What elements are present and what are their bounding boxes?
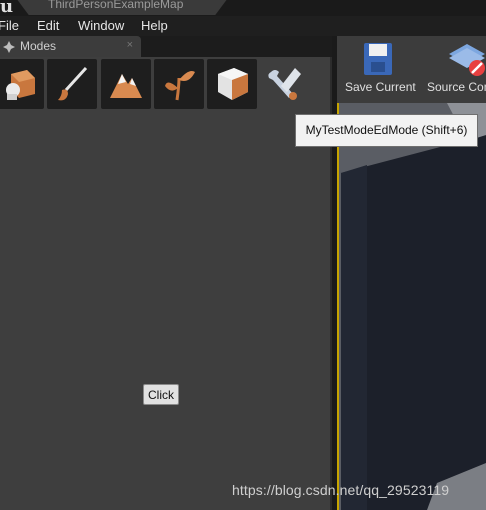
modes-panel: Click xyxy=(0,57,332,510)
modes-tab-strip: Modes × xyxy=(0,36,332,57)
close-icon[interactable]: × xyxy=(127,39,133,51)
source-control-label: Source Control xyxy=(427,80,486,94)
foliage-mode-button[interactable] xyxy=(154,59,204,109)
landscape-mode-button[interactable] xyxy=(101,59,151,109)
custom-mode-icon xyxy=(268,68,301,100)
save-current-button[interactable]: Save Current xyxy=(337,36,417,103)
watermark-text: https://blog.csdn.net/qq_29523119 xyxy=(232,482,450,498)
landscape-icon xyxy=(110,74,142,98)
mode-tool-strip xyxy=(0,57,310,109)
save-icon xyxy=(364,43,392,75)
modes-tab-label: Modes xyxy=(20,39,57,53)
level-viewport[interactable] xyxy=(337,103,486,510)
save-current-label: Save Current xyxy=(345,80,416,94)
foliage-icon xyxy=(165,71,195,101)
paint-icon xyxy=(58,66,88,101)
menu-file[interactable]: File xyxy=(0,18,19,34)
unreal-logo-icon[interactable]: u xyxy=(0,0,14,17)
click-button[interactable]: Click xyxy=(143,384,179,405)
map-tab[interactable]: ThirdPersonExampleMap xyxy=(16,0,228,15)
menu-help[interactable]: Help xyxy=(141,18,168,34)
geometry-mode-button[interactable] xyxy=(207,59,257,109)
source-control-button[interactable]: Source Control xyxy=(425,36,486,103)
geometry-icon xyxy=(218,68,248,100)
modes-icon xyxy=(3,41,15,53)
title-bar: u ThirdPersonExampleMap xyxy=(0,0,486,17)
place-mode-button[interactable] xyxy=(0,59,44,109)
level-toolbar: Save Current Source Control xyxy=(337,36,486,103)
modes-tab[interactable]: Modes × xyxy=(0,36,141,57)
viewport-focus-border xyxy=(337,103,486,510)
map-tab-label: ThirdPersonExampleMap xyxy=(48,0,184,11)
source-control-icon xyxy=(449,44,485,76)
paint-mode-button[interactable] xyxy=(47,59,97,109)
menu-bar: File Edit Window Help xyxy=(0,16,486,36)
mode-tooltip: MyTestModeEdMode (Shift+6) xyxy=(295,114,478,147)
menu-window[interactable]: Window xyxy=(78,18,124,34)
menu-edit[interactable]: Edit xyxy=(37,18,59,34)
place-icon xyxy=(6,70,35,100)
custom-mode-button[interactable] xyxy=(260,59,310,109)
